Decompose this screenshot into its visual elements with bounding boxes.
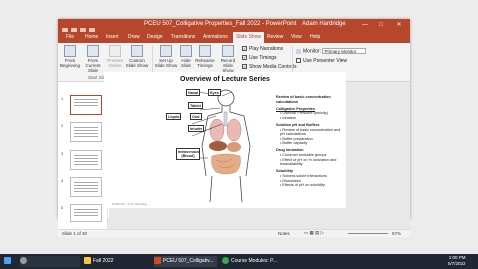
- tab-insert[interactable]: Insert: [106, 34, 119, 40]
- tab-animations[interactable]: Animations: [203, 34, 228, 40]
- thumbnail-number: 3: [61, 151, 64, 156]
- record-icon: [222, 45, 234, 57]
- use-presenter-view-checkbox[interactable]: Use Presenter View: [296, 58, 347, 64]
- close-button[interactable]: ✕: [392, 20, 406, 31]
- slide-thumbnail[interactable]: [70, 95, 102, 115]
- window-title: PCEU 507_Colligative Properties_Fall 202…: [144, 21, 297, 27]
- checkbox-unchecked-icon: [296, 58, 301, 64]
- slideshow-current-icon: [87, 45, 99, 57]
- list-item: • Review of basic concentration and pH c…: [280, 127, 341, 137]
- search-icon: [20, 257, 27, 265]
- label-intravenous: Intravenous (Blood): [176, 148, 200, 160]
- zoom-slider[interactable]: [348, 233, 388, 234]
- section-heading: Review of basic concentration calculatio…: [276, 95, 331, 104]
- monitor-dropdown[interactable]: Primary Monitor: [322, 48, 367, 54]
- slide-thumbnail-pane: 1 2 3 4 5: [58, 82, 108, 229]
- label-tablet: Tablet: [188, 102, 203, 109]
- setup-icon: [160, 45, 172, 57]
- present-online-button[interactable]: Present Online: [106, 45, 124, 68]
- set-up-slide-show-button[interactable]: Set Up Slide Show: [154, 45, 178, 68]
- windows-logo-icon: [4, 257, 11, 265]
- label-liquid: Liquid: [166, 113, 182, 120]
- slide-thumbnail[interactable]: [70, 150, 102, 170]
- checkbox-checked-icon: ✓: [242, 55, 247, 61]
- ribbon-tabs: File Home Insert Draw Design Transitions…: [58, 32, 410, 43]
- powerpoint-taskbar-button[interactable]: PCEU 507_Colligativ...: [154, 256, 217, 267]
- label-nasal: Nasal: [186, 89, 201, 96]
- browser-icon: [222, 257, 229, 265]
- tab-view[interactable]: View: [291, 34, 302, 40]
- tab-review[interactable]: Review: [267, 34, 283, 40]
- monitor-select[interactable]: Monitor: Primary Monitor: [296, 48, 367, 54]
- list-item: • Effects of pH on solubility: [280, 183, 325, 188]
- title-bar: PCEU 507_Colligative Properties_Fall 202…: [58, 19, 410, 34]
- checkbox-checked-icon: ✓: [242, 46, 247, 52]
- from-current-slide-button[interactable]: From Current Slide: [82, 45, 104, 73]
- slide-thumbnail[interactable]: [70, 204, 102, 222]
- notes-button[interactable]: Notes: [278, 231, 290, 236]
- start-button[interactable]: [4, 256, 13, 267]
- tab-design[interactable]: Design: [147, 34, 163, 40]
- slide-thumbnail[interactable]: [70, 122, 102, 142]
- tab-file[interactable]: File: [66, 34, 74, 40]
- rehearse-timings-button[interactable]: Rehearse Timings: [194, 45, 216, 68]
- use-timings-checkbox[interactable]: ✓ Use Timings: [242, 55, 277, 61]
- zoom-level[interactable]: 57%: [392, 231, 401, 236]
- tab-draw[interactable]: Draw: [128, 34, 140, 40]
- slide-counter: Slide 1 of 30: [62, 231, 88, 236]
- browser-taskbar-button[interactable]: Course Modules: P...: [222, 256, 277, 267]
- folder-icon: [84, 257, 91, 265]
- thumbnail-number: 4: [61, 178, 64, 183]
- hide-slide-button[interactable]: Hide Slide: [179, 45, 193, 68]
- record-slide-show-button[interactable]: Record Slide Show: [217, 45, 239, 73]
- show-media-controls-checkbox[interactable]: ✓ Show Media Controls: [242, 64, 297, 70]
- present-online-icon: [109, 45, 121, 57]
- tab-slide-show[interactable]: Slide Show: [233, 32, 265, 43]
- tab-home[interactable]: Home: [85, 34, 98, 40]
- view-buttons[interactable]: ▭ ▦ ▤ ▷: [304, 230, 344, 236]
- from-beginning-button[interactable]: From Beginning: [60, 45, 80, 68]
- monitor-icon: [296, 48, 301, 54]
- list-item: • Effect of pH on % ionization and bioav…: [280, 157, 337, 167]
- taskbar: Fall 2022 PCEU 507_Colligativ... Course …: [0, 254, 478, 269]
- stopwatch-icon: [199, 45, 211, 57]
- label-inhaler: Inhaler: [188, 125, 205, 132]
- label-eyes: Eyes: [208, 89, 221, 96]
- powerpoint-icon: [154, 257, 161, 265]
- thumbnail-number: 2: [61, 123, 64, 128]
- lecture-topics-list: Review of basic concentration calculatio…: [276, 95, 346, 188]
- custom-show-icon: [131, 45, 143, 57]
- play-narrations-checkbox[interactable]: ✓ Play Narrations: [242, 46, 283, 52]
- slide-thumbnail[interactable]: [70, 177, 102, 197]
- clock[interactable]: 1:00 PM 5/7/2022: [448, 255, 466, 266]
- status-bar: Slide 1 of 30 Notes ▭ ▦ ▤ ▷ 57%: [58, 229, 410, 237]
- custom-slide-show-button[interactable]: Custom Slide Show: [125, 45, 149, 68]
- thumbnail-number: 5: [61, 205, 64, 210]
- tab-help[interactable]: Help: [310, 34, 320, 40]
- label-oral: Oral: [190, 113, 202, 120]
- slide-canvas[interactable]: Overview of Lecture Series Nasal Eyes Ta…: [104, 72, 346, 208]
- minimize-button[interactable]: —: [358, 20, 372, 31]
- tab-transitions[interactable]: Transitions: [171, 34, 195, 40]
- hide-slide-icon: [180, 45, 192, 57]
- user-name[interactable]: Adam Hardridge: [302, 21, 346, 27]
- taskbar-search[interactable]: [20, 256, 80, 267]
- human-body-illustration: [191, 89, 251, 203]
- maximize-button[interactable]: □: [374, 20, 388, 31]
- slideshow-play-icon: [64, 45, 76, 57]
- slide-title: Overview of Lecture Series: [180, 76, 270, 83]
- thumbnail-number: 1: [61, 96, 64, 101]
- file-explorer-button[interactable]: Fall 2022: [84, 256, 114, 267]
- checkbox-checked-icon: ✓: [242, 64, 247, 70]
- quick-access-toolbar: [62, 21, 102, 34]
- slide-footer: PCEU 507 - © Dr. Hardridge: [112, 202, 148, 206]
